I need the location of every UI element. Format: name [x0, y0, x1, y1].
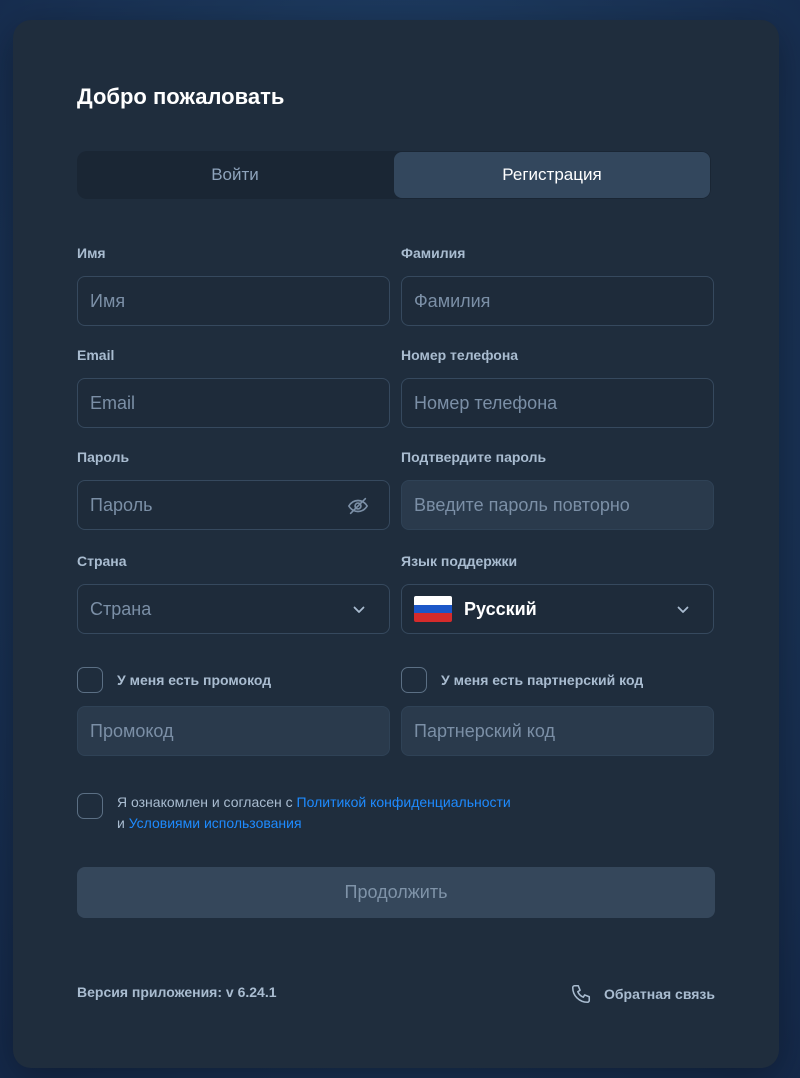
privacy-policy-link[interactable]: Политикой конфиденциальности: [297, 794, 511, 810]
chevron-down-icon: [677, 606, 689, 613]
country-label: Страна: [77, 553, 127, 569]
country-group: Страна Страна: [77, 552, 390, 634]
password-confirm-input[interactable]: Введите пароль повторно: [401, 480, 714, 530]
promo-code-group: Промокод: [77, 692, 390, 756]
support-language-select[interactable]: Русский: [401, 584, 714, 634]
promo-checkbox[interactable]: [77, 667, 103, 693]
tab-register[interactable]: Регистрация: [394, 152, 710, 198]
terms-text: Я ознакомлен и согласен с Политикой конф…: [117, 792, 511, 834]
partner-checkbox-row[interactable]: У меня есть партнерский код: [401, 667, 643, 693]
password-confirm-group: Подтвердите пароль Введите пароль повтор…: [401, 448, 714, 530]
auth-tabs: Войти Регистрация: [77, 151, 711, 199]
terms-checkbox[interactable]: [77, 793, 103, 819]
partner-code-placeholder: Партнерский код: [414, 720, 555, 741]
terms-text-and: и: [117, 815, 129, 831]
terms-text-before: Я ознакомлен и согласен с: [117, 794, 297, 810]
phone-label: Номер телефона: [401, 347, 519, 363]
last-name-label: Фамилия: [401, 245, 466, 261]
feedback-link[interactable]: Обратная связь: [570, 983, 715, 1005]
registration-modal: Добро пожаловать Войти Регистрация Имя И…: [13, 20, 779, 1068]
terms-agreement: Я ознакомлен и согласен с Политикой конф…: [77, 793, 511, 834]
phone-icon: [571, 984, 591, 1004]
partner-code-input[interactable]: Партнерский код: [401, 706, 714, 756]
password-confirm-placeholder: Введите пароль повторно: [414, 494, 630, 515]
last-name-input[interactable]: Фамилия: [401, 276, 714, 326]
first-name-placeholder: Имя: [90, 290, 126, 311]
support-language-group: Язык поддержки Русский: [401, 552, 714, 634]
first-name-group: Имя Имя: [77, 244, 390, 326]
first-name-label: Имя: [77, 245, 106, 261]
last-name-placeholder: Фамилия: [414, 290, 491, 311]
last-name-group: Фамилия Фамилия: [401, 244, 714, 326]
eye-off-icon[interactable]: [347, 495, 369, 517]
promo-code-input[interactable]: Промокод: [77, 706, 390, 756]
phone-group: Номер телефона Номер телефона: [401, 346, 714, 428]
email-group: Email Email: [77, 346, 390, 428]
chevron-down-icon: [353, 606, 365, 613]
terms-of-use-link[interactable]: Условиями использования: [129, 815, 302, 831]
phone-placeholder: Номер телефона: [414, 392, 558, 413]
feedback-label: Обратная связь: [604, 986, 715, 1002]
support-language-value: Русский: [464, 598, 537, 619]
phone-input[interactable]: Номер телефона: [401, 378, 714, 428]
russia-flag-icon: [414, 596, 452, 622]
password-group: Пароль Пароль: [77, 448, 390, 530]
email-placeholder: Email: [90, 392, 136, 413]
support-language-label: Язык поддержки: [401, 553, 518, 569]
password-label: Пароль: [77, 449, 130, 465]
partner-code-group: Партнерский код: [401, 692, 714, 756]
first-name-input[interactable]: Имя: [77, 276, 390, 326]
modal-title: Добро пожаловать: [77, 84, 285, 109]
partner-checkbox[interactable]: [401, 667, 427, 693]
password-placeholder: Пароль: [90, 494, 153, 515]
password-confirm-label: Подтвердите пароль: [401, 449, 547, 465]
password-input[interactable]: Пароль: [77, 480, 390, 530]
app-version: Версия приложения: v 6.24.1: [77, 984, 277, 1000]
country-select[interactable]: Страна: [77, 584, 390, 634]
continue-button[interactable]: Продолжить: [77, 867, 715, 918]
promo-code-placeholder: Промокод: [90, 720, 174, 741]
promo-checkbox-label: У меня есть промокод: [117, 672, 272, 688]
partner-checkbox-label: У меня есть партнерский код: [441, 672, 644, 688]
email-label: Email: [77, 347, 115, 363]
tab-login[interactable]: Войти: [77, 151, 393, 199]
country-placeholder: Страна: [90, 598, 152, 619]
email-input[interactable]: Email: [77, 378, 390, 428]
promo-checkbox-row[interactable]: У меня есть промокод: [77, 667, 271, 693]
